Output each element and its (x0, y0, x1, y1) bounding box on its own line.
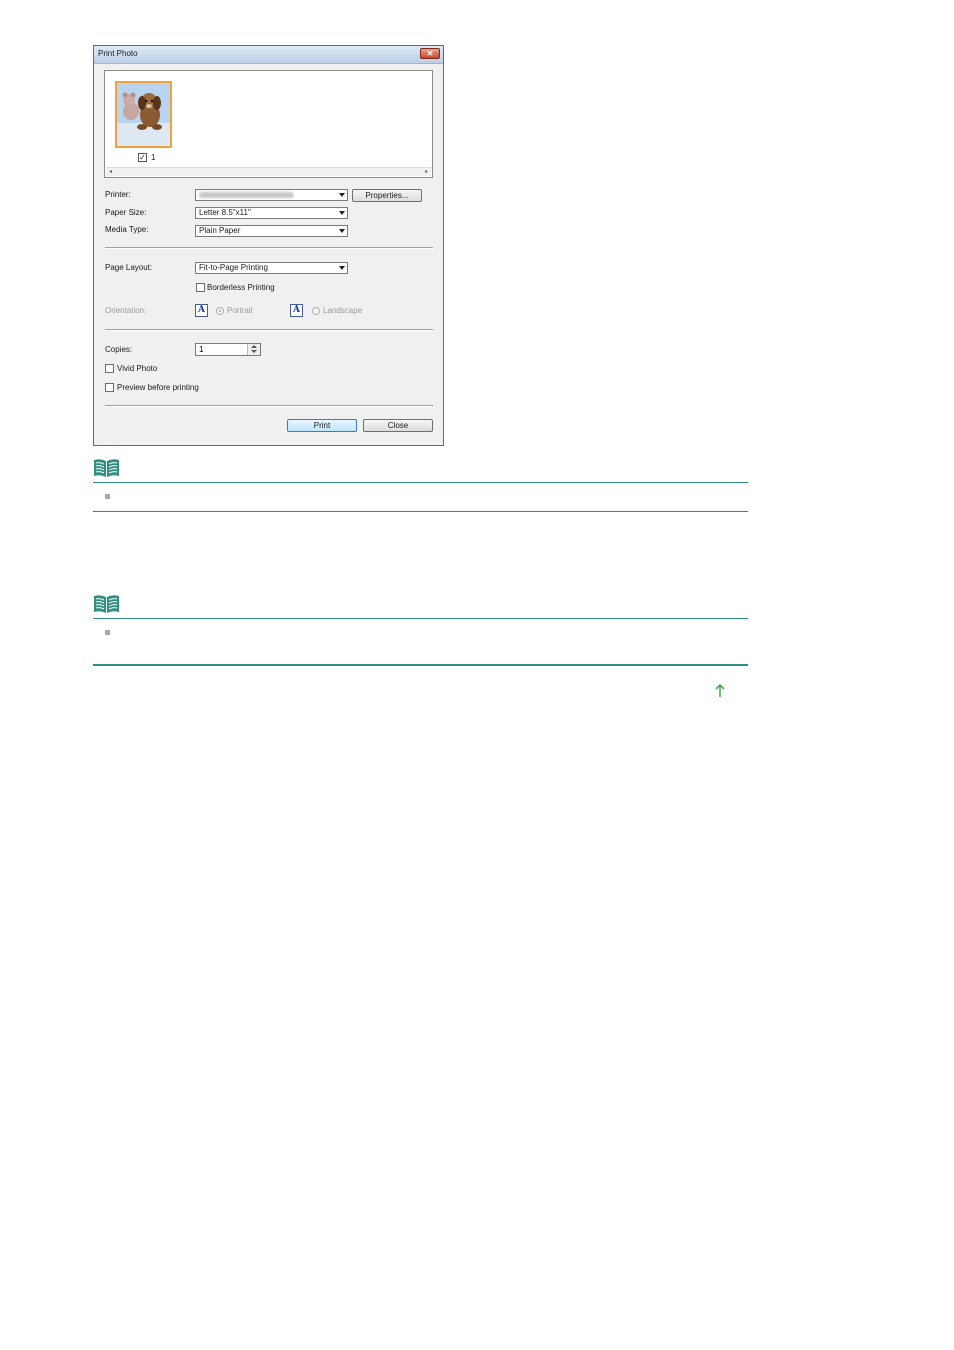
copies-spin-buttons[interactable] (247, 344, 260, 355)
note-book-icon (94, 595, 119, 613)
close-icon[interactable]: ✕ (420, 48, 440, 59)
chevron-down-icon (339, 229, 345, 233)
chevron-down-icon (339, 211, 345, 215)
teddy-bear-photo-image (117, 83, 170, 146)
separator (105, 329, 433, 331)
chevron-down-icon (339, 266, 345, 270)
note-bullet (105, 630, 110, 635)
portrait-label[interactable]: Portrait (227, 306, 253, 315)
preview-scrollbar[interactable]: ◂ ▸ (106, 167, 431, 176)
separator (105, 405, 433, 407)
properties-button[interactable]: Properties... (352, 189, 422, 202)
printer-select[interactable] (195, 189, 348, 201)
spin-up-icon[interactable] (251, 345, 257, 348)
photo-preview-area: ✓ 1 ◂ ▸ (104, 70, 433, 178)
preview-before-printing-label[interactable]: Preview before printing (117, 383, 199, 392)
media-type-value: Plain Paper (199, 226, 241, 235)
copies-label: Copies: (105, 345, 133, 354)
portrait-icon: A (195, 304, 208, 317)
vivid-photo-checkbox[interactable] (105, 364, 114, 373)
borderless-printing-checkbox[interactable] (196, 283, 205, 292)
photo-thumbnail[interactable] (115, 81, 172, 148)
note-top-rule (93, 618, 748, 619)
scroll-right-icon[interactable]: ▸ (425, 168, 428, 176)
print-button[interactable]: Print (287, 419, 357, 432)
dialog-titlebar[interactable]: Print Photo ✕ (94, 46, 443, 64)
copies-stepper[interactable]: 1 (195, 343, 261, 356)
note-bottom-rule (93, 511, 748, 512)
vivid-photo-label[interactable]: Vivid Photo (117, 364, 157, 373)
preview-before-printing-checkbox[interactable] (105, 383, 114, 392)
print-photo-dialog: Print Photo ✕ ✓ 1 ◂ ▸ Printer: Propertie… (93, 45, 444, 446)
portrait-radio[interactable] (216, 307, 224, 315)
printer-label: Printer: (105, 190, 131, 199)
thumbnail-number: 1 (151, 153, 156, 162)
dialog-title: Print Photo (98, 49, 138, 58)
note-book-icon (94, 459, 119, 477)
printer-name-blurred (199, 192, 294, 198)
paper-size-value: Letter 8.5"x11" (199, 208, 251, 217)
media-type-label: Media Type: (105, 225, 149, 234)
copies-value: 1 (199, 345, 204, 354)
borderless-printing-label[interactable]: Borderless Printing (207, 283, 275, 292)
separator (105, 247, 433, 249)
note-bullet (105, 494, 110, 499)
note-bottom-rule (93, 664, 748, 666)
spin-down-icon[interactable] (251, 350, 257, 353)
thumbnail-checkbox[interactable]: ✓ (138, 153, 147, 162)
landscape-icon: A (290, 304, 303, 317)
media-type-select[interactable]: Plain Paper (195, 225, 348, 237)
page-layout-select[interactable]: Fit-to-Page Printing (195, 262, 348, 274)
scroll-left-icon[interactable]: ◂ (109, 168, 112, 176)
landscape-radio[interactable] (312, 307, 320, 315)
page-top-arrow-icon[interactable] (714, 684, 726, 698)
close-button[interactable]: Close (363, 419, 433, 432)
note-top-rule (93, 482, 748, 483)
landscape-label[interactable]: Landscape (323, 306, 362, 315)
paper-size-label: Paper Size: (105, 208, 147, 217)
orientation-label: Orientation: (105, 306, 147, 315)
page-layout-label: Page Layout: (105, 263, 153, 272)
chevron-down-icon (339, 193, 345, 197)
paper-size-select[interactable]: Letter 8.5"x11" (195, 207, 348, 219)
page-layout-value: Fit-to-Page Printing (199, 263, 268, 272)
